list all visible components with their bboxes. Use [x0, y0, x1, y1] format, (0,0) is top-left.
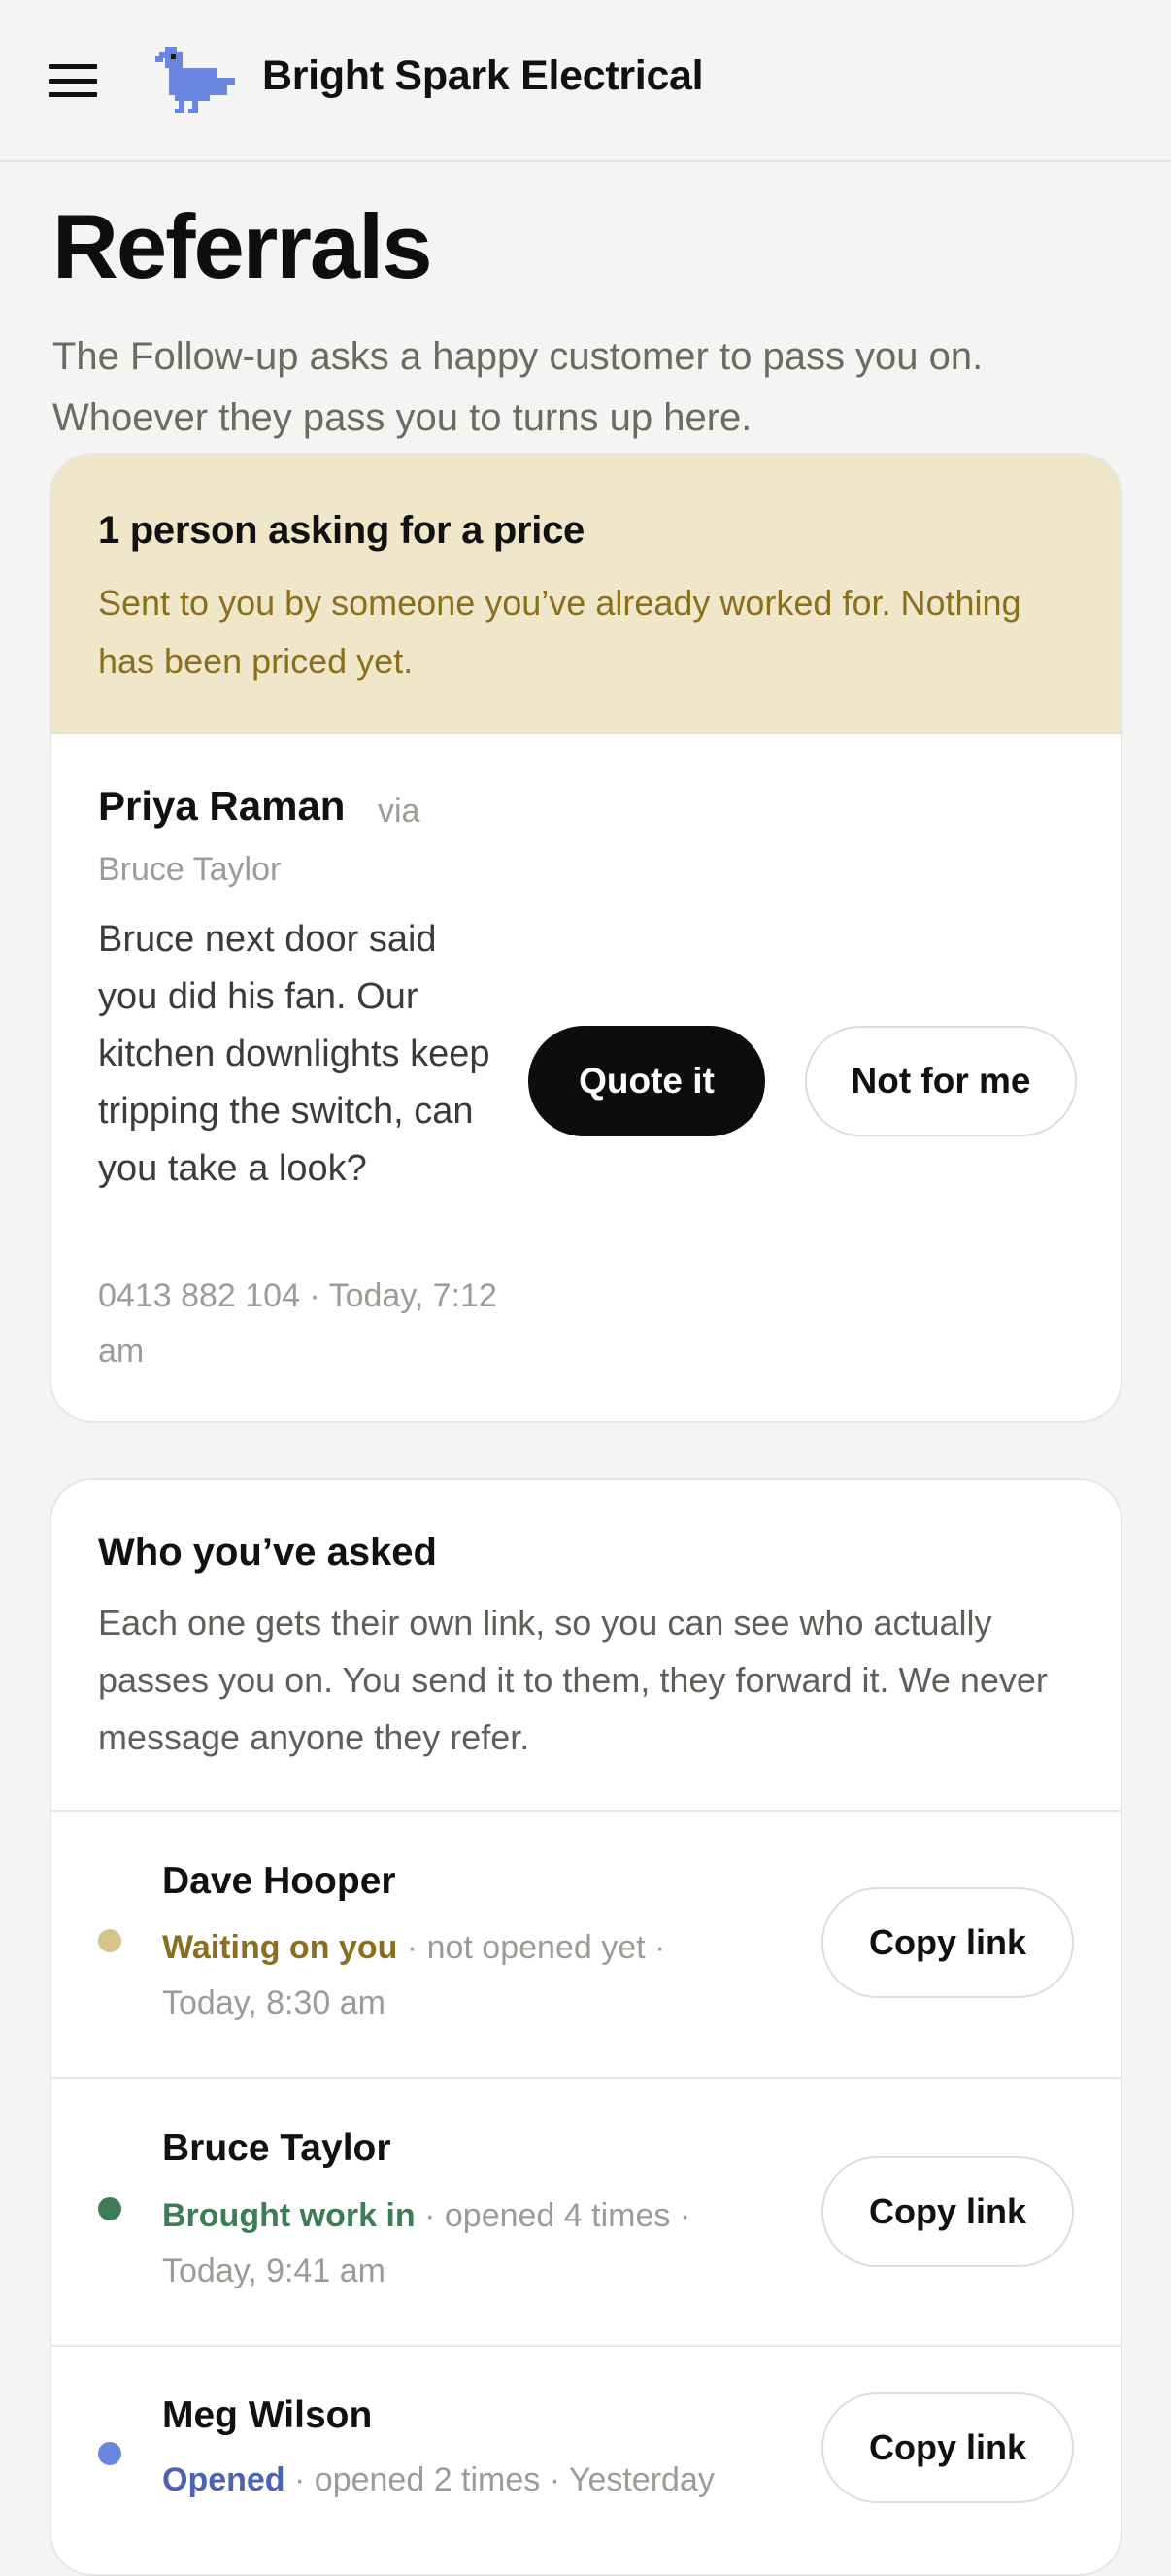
- person-status: Opened · opened 2 times · Yesterday: [162, 2453, 842, 2508]
- person-status: Waiting on you · not opened yet · Today,…: [162, 1920, 764, 2031]
- pixel-bird-logo: [155, 47, 235, 113]
- top-bar: Bright Spark Electrical: [0, 0, 1171, 162]
- referral-contact-time: 0413 882 104 · Today, 7:12 am: [98, 1277, 497, 1370]
- copy-link-button[interactable]: Copy link: [821, 1887, 1074, 1998]
- list-item: Bruce Taylor Brought work in · opened 4 …: [51, 2079, 1121, 2347]
- pending-description: Sent to you by someone you’ve already wo…: [98, 583, 1021, 681]
- list-item: Meg Wilson Opened · opened 2 times · Yes…: [51, 2347, 1121, 2574]
- who-youve-asked-card: Who you’ve asked Each one gets their own…: [50, 1478, 1122, 2576]
- copy-link-button[interactable]: Copy link: [821, 2392, 1074, 2503]
- list-item: Dave Hooper Waiting on you · not opened …: [51, 1812, 1121, 2079]
- status-dot-icon: [98, 2442, 121, 2465]
- hamburger-menu-icon[interactable]: [49, 64, 97, 97]
- status-label: Brought work in: [162, 2197, 416, 2234]
- page-title: Referrals: [52, 195, 433, 297]
- referral-via-label: via: [378, 793, 420, 830]
- person-name: Meg Wilson: [162, 2394, 373, 2436]
- pending-banner: 1 person asking for a price Sent to you …: [51, 455, 1121, 734]
- not-for-me-button[interactable]: Not for me: [805, 1026, 1077, 1136]
- status-label: Opened: [162, 2461, 285, 2498]
- pending-referrals-card: 1 person asking for a price Sent to you …: [50, 453, 1122, 1423]
- status-detail: · opened 2 times · Yesterday: [284, 2461, 715, 2498]
- asked-heading: Who you’ve asked: [98, 1531, 437, 1574]
- brand-name: Bright Spark Electrical: [262, 52, 704, 99]
- person-status: Brought work in · opened 4 times · Today…: [162, 2188, 764, 2299]
- referrer-name: Bruce Taylor: [98, 851, 282, 888]
- referral-message: Bruce next door said you did his fan. Ou…: [98, 919, 490, 1189]
- page-subtitle: The Follow-up asks a happy customer to p…: [52, 335, 984, 439]
- status-label: Waiting on you: [162, 1929, 398, 1966]
- asked-header: Who you’ve asked Each one gets their own…: [51, 1480, 1121, 1812]
- person-name: Bruce Taylor: [162, 2127, 391, 2169]
- status-dot-icon: [98, 1929, 121, 1952]
- person-name: Dave Hooper: [162, 1860, 396, 1902]
- referral-name: Priya Raman: [98, 783, 346, 829]
- quote-it-button[interactable]: Quote it: [528, 1026, 765, 1136]
- asked-description: Each one gets their own link, so you can…: [98, 1603, 1048, 1757]
- status-dot-icon: [98, 2197, 121, 2220]
- copy-link-button[interactable]: Copy link: [821, 2156, 1074, 2267]
- pending-heading: 1 person asking for a price: [98, 509, 585, 552]
- referral-item: Priya Raman via Bruce Taylor Bruce next …: [51, 734, 1121, 1421]
